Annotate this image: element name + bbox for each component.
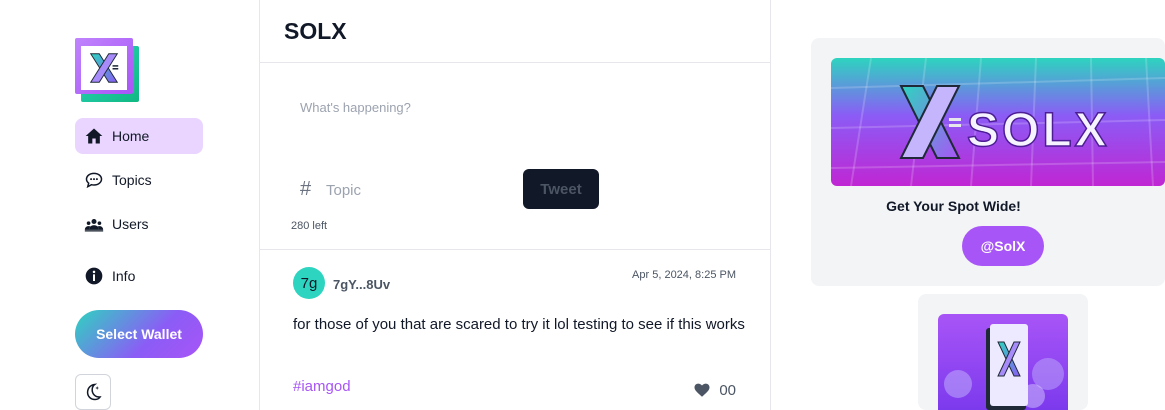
- sidebar-item-label: Info: [112, 268, 136, 284]
- like-button[interactable]: 00: [693, 381, 736, 399]
- characters-left: 280 left: [291, 220, 328, 232]
- ad-image[interactable]: [938, 314, 1068, 410]
- ad-card: [918, 294, 1088, 410]
- users-icon: [84, 214, 104, 234]
- post-timestamp: Apr 5, 2024, 8:25 PM: [632, 269, 736, 281]
- sidebar-item-label: Topics: [112, 172, 152, 188]
- banner-logo-text: SOLX: [967, 104, 1110, 157]
- avatar[interactable]: 7g: [293, 267, 325, 299]
- solx-device-image: [938, 314, 1068, 410]
- home-icon: [84, 126, 104, 146]
- feed-header: SOLX: [260, 0, 770, 63]
- select-wallet-button[interactable]: Select Wallet: [75, 310, 203, 358]
- heart-icon: [694, 383, 710, 397]
- promo-banner[interactable]: SOLX: [831, 58, 1165, 186]
- post-text: for those of you that are scared to try …: [293, 316, 745, 333]
- sidebar-item-label: Home: [112, 128, 150, 144]
- logo-x-icon: [89, 53, 119, 83]
- tweet-button[interactable]: Tweet: [523, 169, 599, 209]
- solx-handle-button[interactable]: @SolX: [962, 226, 1044, 266]
- page-title: SOLX: [284, 17, 347, 44]
- sidebar-item-home[interactable]: Home: [75, 118, 203, 154]
- moon-icon: [86, 383, 102, 401]
- tweet-input[interactable]: [300, 95, 740, 119]
- sidebar-item-topics[interactable]: Topics: [75, 162, 203, 198]
- chat-bubble-icon: [84, 170, 104, 190]
- theme-toggle-button[interactable]: [75, 374, 111, 410]
- promo-title: Get Your Spot Wide!: [886, 198, 1021, 214]
- logo-inner: [81, 46, 127, 90]
- post-author[interactable]: 7gY...8Uv: [333, 277, 390, 292]
- post-tag[interactable]: #iamgod: [293, 378, 351, 395]
- sidebar: Home Topics Users Info Select Wallet: [0, 0, 260, 410]
- main-feed: SOLX # Tweet 280 left 7g 7gY...8Uv Apr 5…: [259, 0, 771, 410]
- sidebar-item-info[interactable]: Info: [75, 258, 203, 294]
- promo-card: SOLX Get Your Spot Wide! @SolX: [811, 38, 1165, 286]
- like-count: 00: [719, 381, 736, 399]
- topic-input[interactable]: [326, 179, 506, 201]
- post-card: 7g 7gY...8Uv Apr 5, 2024, 8:25 PM for th…: [260, 250, 770, 410]
- solx-logo-icon[interactable]: [75, 38, 139, 102]
- hashtag-icon: #: [300, 178, 312, 200]
- tweet-composer: # Tweet 280 left: [260, 63, 770, 250]
- info-icon: [84, 266, 104, 286]
- sidebar-item-users[interactable]: Users: [75, 206, 203, 242]
- sidebar-item-label: Users: [112, 216, 149, 232]
- solx-banner-image: SOLX: [831, 58, 1165, 186]
- logo-front: [75, 38, 133, 94]
